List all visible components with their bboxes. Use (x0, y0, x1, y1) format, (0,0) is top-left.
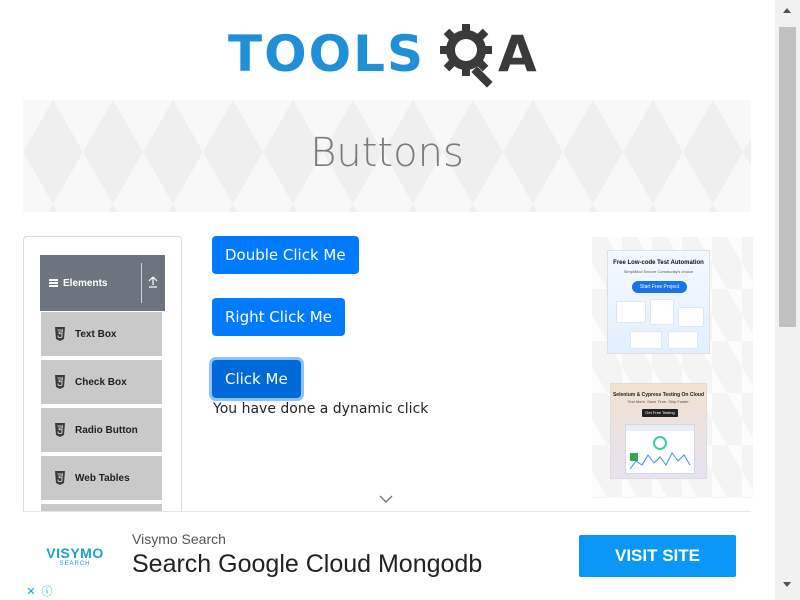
ad-cta-button[interactable]: Start Free Project (632, 281, 687, 293)
info-icon[interactable]: ⓘ (39, 584, 55, 600)
page: TOOLS A Buttons Elements Text Box Check … (0, 0, 800, 600)
ad-cloud-testing[interactable]: Selenium & Cypress Testing On Cloud Test… (610, 383, 707, 479)
ad-title: Free Low-code Test Automation (613, 260, 704, 266)
toolsqa-logo[interactable]: TOOLS A (228, 18, 558, 90)
ad-choices-badge[interactable]: ✕ ⓘ (23, 584, 55, 600)
ad-subtitle: Test More. Save Time. Ship Faster. (627, 399, 690, 404)
sidebar-item-label: Text Box (75, 328, 117, 340)
sidebar-group-elements[interactable]: Elements (40, 255, 165, 311)
sidebar-item-radio-button[interactable]: Radio Button (41, 408, 162, 453)
page-title: Buttons (310, 130, 464, 176)
vertical-scrollbar[interactable] (775, 0, 800, 600)
ad-logo-subtext: SEARCH (59, 561, 91, 567)
html5-icon (55, 375, 65, 389)
click-me-button[interactable]: Click Me (212, 360, 301, 398)
scroll-up-arrow-icon[interactable] (783, 8, 791, 13)
sidebar-item-label: Web Tables (75, 472, 130, 484)
ad-graphic-card (616, 301, 646, 323)
sidebar-item-check-box[interactable]: Check Box (41, 360, 162, 405)
ad-graphic-card (668, 331, 698, 349)
ad-headline[interactable]: Search Google Cloud Mongodb (132, 550, 482, 579)
scrollbar-thumb[interactable] (779, 27, 796, 327)
ad-brand: Visymo Search (132, 531, 226, 547)
html5-icon (55, 423, 65, 437)
ad-logo-text: VISYMO (46, 545, 104, 561)
ad-dashboard-graphic (625, 424, 695, 474)
scroll-down-arrow-icon[interactable] (783, 582, 791, 587)
upload-arrow-icon[interactable] (147, 275, 159, 289)
close-icon[interactable]: ✕ (23, 584, 39, 600)
bottom-ad-banner[interactable]: VISYMO SEARCH Visymo Search Search Googl… (23, 511, 751, 600)
visit-site-button[interactable]: VISIT SITE (579, 535, 736, 577)
gear-magnifier-icon (440, 24, 493, 88)
ad-graphic-card (678, 307, 704, 327)
sidebar-item-label: Check Box (75, 376, 127, 388)
html5-icon (55, 327, 65, 341)
ad-subtitle: SimpliMod Secure Community's choice (623, 269, 694, 274)
visymo-logo: VISYMO SEARCH (44, 545, 106, 567)
divider (141, 263, 142, 303)
sidebar: Elements Text Box Check Box Radio Button… (23, 236, 182, 526)
logo-suffix: A (498, 25, 537, 83)
side-ads: Free Low-code Test Automation SimpliMod … (592, 237, 753, 498)
ad-low-code-automation[interactable]: Free Low-code Test Automation SimpliMod … (607, 250, 710, 354)
html5-icon (55, 471, 65, 485)
right-click-button[interactable]: Right Click Me (212, 298, 345, 336)
ad-graphic-card (630, 331, 662, 349)
ad-chart-graphic (626, 425, 694, 470)
logo-text: TOOLS (228, 25, 425, 83)
sidebar-item-label: Radio Button (75, 424, 138, 436)
dynamic-click-message: You have done a dynamic click (213, 401, 429, 417)
ad-title: Selenium & Cypress Testing On Cloud (612, 392, 705, 398)
ad-cta-button[interactable]: Get Free Testing (642, 409, 678, 417)
page-banner: Buttons (23, 100, 751, 212)
menu-icon (49, 279, 58, 287)
chevron-down-icon[interactable] (379, 495, 393, 504)
sidebar-item-text-box[interactable]: Text Box (41, 312, 162, 357)
ad-graphic-card (650, 299, 674, 325)
sidebar-item-web-tables[interactable]: Web Tables (41, 456, 162, 501)
double-click-button[interactable]: Double Click Me (212, 236, 359, 274)
sidebar-group-label: Elements (63, 277, 108, 289)
